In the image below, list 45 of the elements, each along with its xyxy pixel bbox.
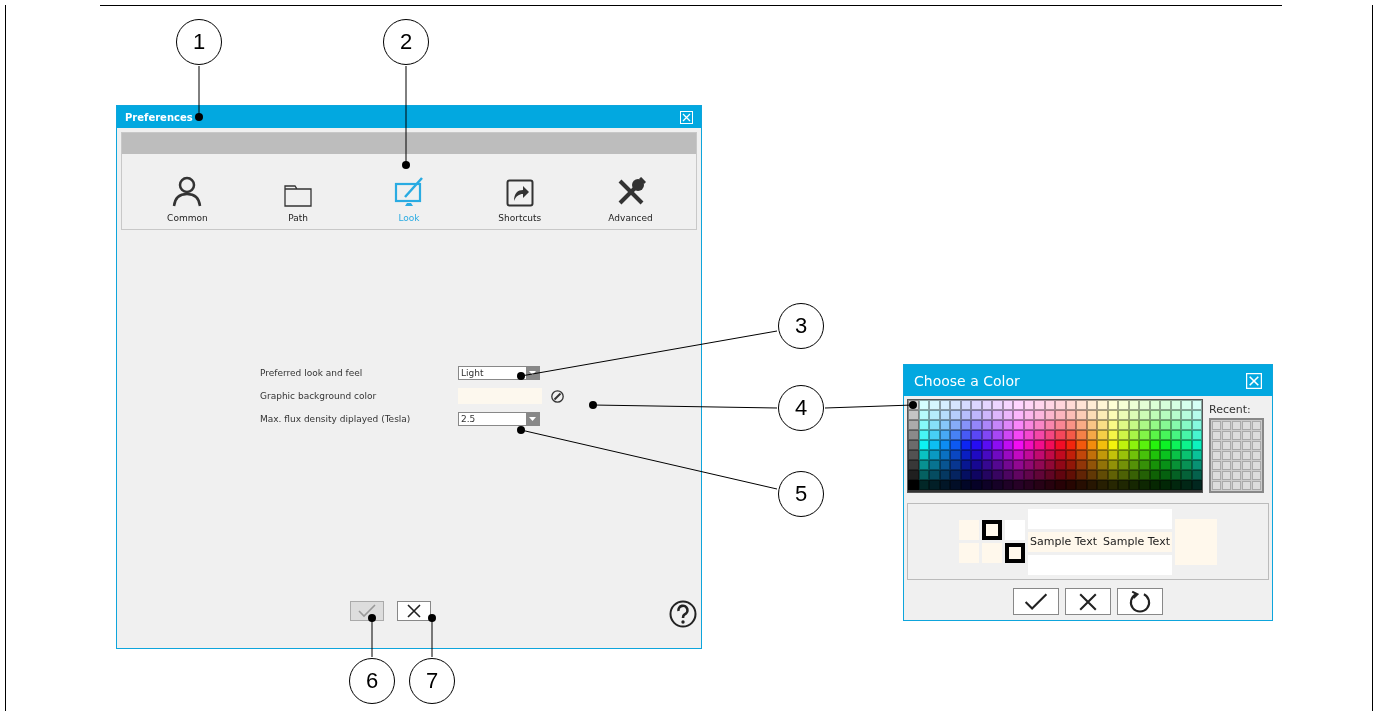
dropdown[interactable]: 2.5 <box>458 412 540 426</box>
leader-line <box>368 614 376 658</box>
recent-label: Recent: <box>1209 403 1252 416</box>
close-icon[interactable] <box>1246 372 1262 389</box>
dialog-title: Choose a Color <box>914 372 1020 389</box>
sample-text: Sample Text <box>1030 535 1097 548</box>
callout-number: 3 <box>778 303 824 349</box>
reset-button[interactable] <box>1117 588 1163 615</box>
callout-number: 7 <box>409 658 455 704</box>
monitor-brush-icon <box>394 177 424 207</box>
leader-line <box>195 65 203 121</box>
ok-button[interactable] <box>1013 588 1059 615</box>
setting-label: Graphic background color <box>260 391 378 401</box>
toolbar-tab[interactable]: Path <box>258 154 339 229</box>
color-palette[interactable] <box>907 399 1203 493</box>
check-icon <box>1024 592 1048 611</box>
toolbar-tab[interactable]: Common <box>147 154 228 229</box>
close-icon[interactable] <box>680 110 693 124</box>
eyedropper-icon[interactable] <box>551 389 564 403</box>
dropdown[interactable]: Light <box>458 366 540 380</box>
cross-icon <box>1078 592 1098 611</box>
callout-number: 1 <box>176 19 222 65</box>
cancel-button[interactable] <box>397 601 431 621</box>
callout-number: 2 <box>383 19 429 65</box>
preview-swatch <box>1005 543 1025 563</box>
window-title: Preferences <box>125 111 193 123</box>
check-icon <box>358 604 376 618</box>
toolbar-tab[interactable]: Shortcuts <box>479 154 560 229</box>
preview-swatch <box>982 520 1002 540</box>
callout-number: 6 <box>349 658 395 704</box>
caret-icon[interactable] <box>529 371 536 375</box>
leader-line <box>428 614 436 658</box>
person-icon <box>171 175 204 207</box>
recent-colors[interactable] <box>1209 418 1264 493</box>
callout-number: 5 <box>778 471 824 517</box>
toolbar-tab[interactable]: Advanced <box>590 154 671 229</box>
cancel-button[interactable] <box>1065 588 1111 615</box>
callout-number: 4 <box>778 385 824 431</box>
setting-label: Max. flux density diplayed (Tesla) <box>260 414 412 424</box>
cross-icon <box>407 604 421 618</box>
help-icon[interactable] <box>669 600 697 628</box>
sample-text: Sample Text <box>1103 535 1170 548</box>
folder-icon <box>284 183 313 207</box>
rotate-icon <box>1128 589 1152 614</box>
setting-label: Preferred look and feel <box>260 368 364 378</box>
